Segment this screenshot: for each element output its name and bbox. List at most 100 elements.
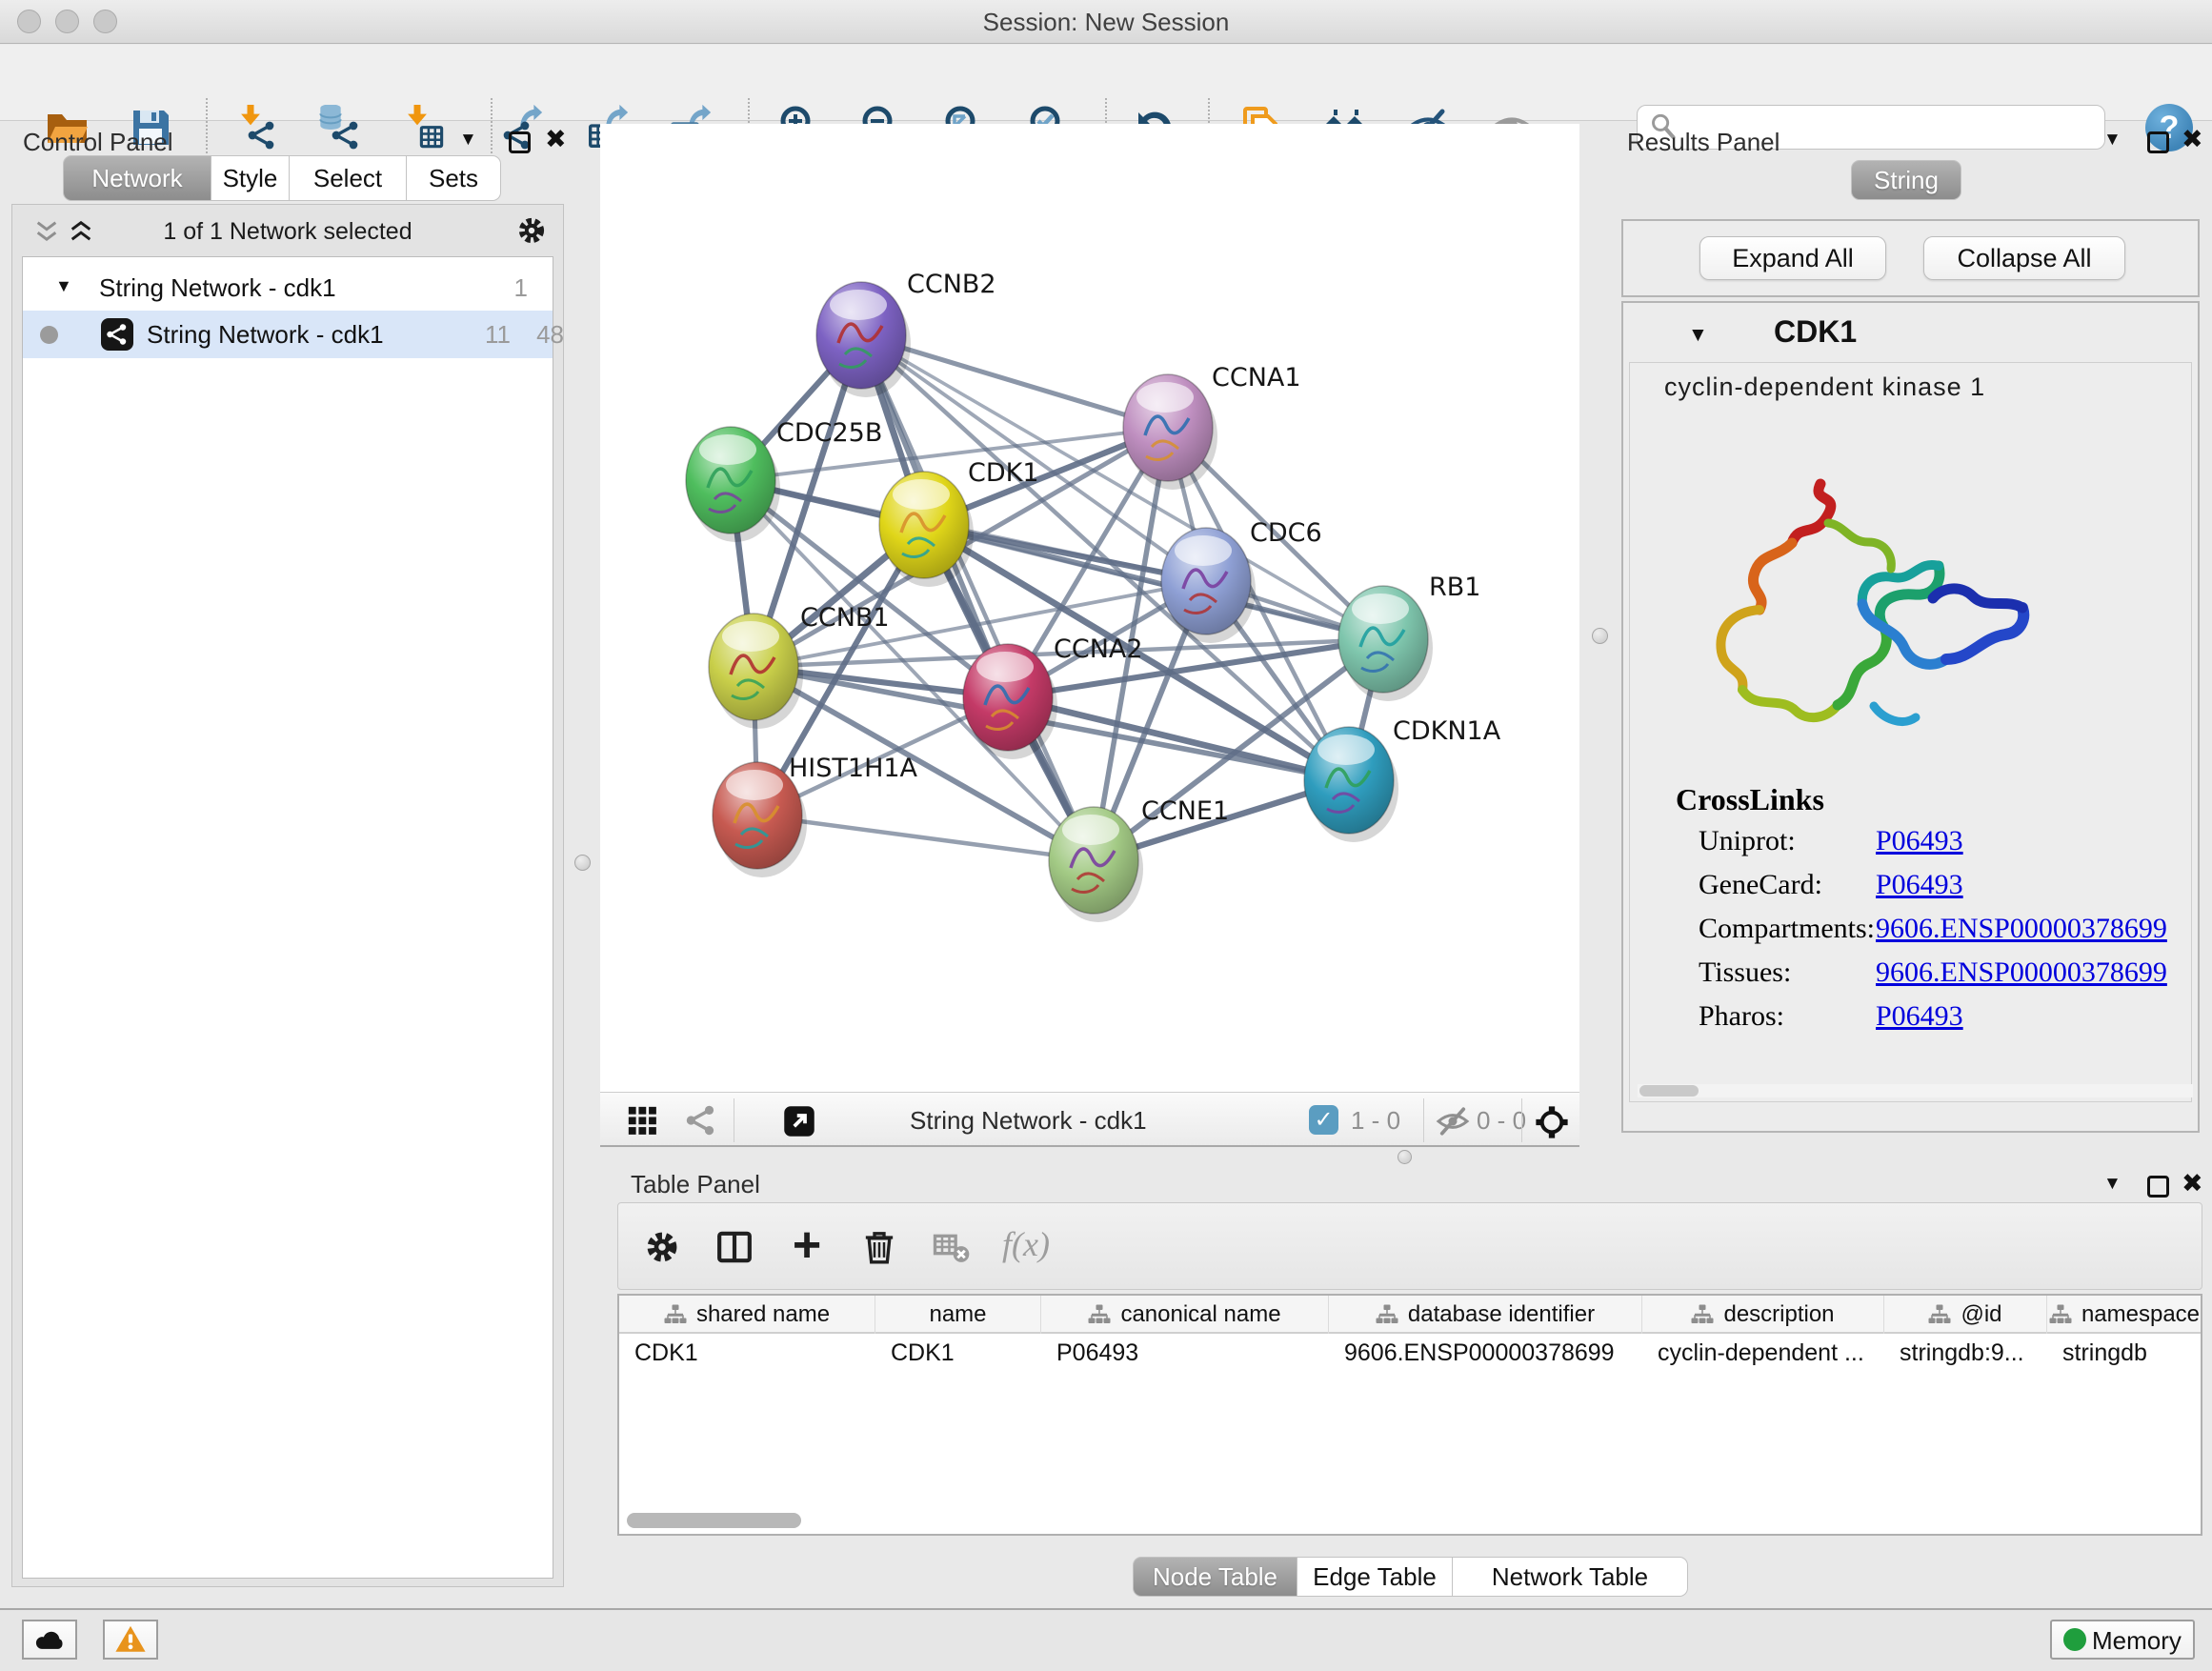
import-network-database-button[interactable] [315,105,361,151]
column-label: database identifier [1408,1301,1595,1328]
column-header-description[interactable]: description [1642,1296,1884,1334]
tab-network[interactable]: Network [63,155,211,201]
tab-edge-table[interactable]: Edge Table [1297,1557,1453,1597]
table-cell[interactable]: 9606.ENSP00000378699 [1329,1336,1642,1372]
results-panel-close-icon[interactable]: ✖ [2182,125,2203,154]
table-panel-close-icon[interactable]: ✖ [2182,1169,2203,1198]
crosslink-row: Pharos:P06493 [1630,993,2191,1037]
node-label: HIST1H1A [789,754,918,783]
bottom-splitter-handle[interactable] [1398,1150,1412,1164]
selected-count: 1 - 0 [1351,1106,1400,1136]
table-cell[interactable]: stringdb [2047,1336,2202,1372]
network-node-cdkn1a[interactable]: CDKN1A [1304,716,1501,842]
table-cell[interactable]: stringdb:9... [1884,1336,2047,1372]
column-type-icon [1928,1303,1951,1326]
network-name: String Network - cdk1 [147,320,384,350]
protein-section-collapse-icon[interactable]: ▼ [1688,324,1708,347]
node-label: CCNE1 [1141,796,1229,826]
network-panel-header: 1 of 1 Network selected [12,205,563,256]
grid-view-icon[interactable] [626,1104,658,1137]
network-edge-count: 48 [511,320,564,350]
network-canvas[interactable]: CCNB2CCNA1CDC25BCDK1CDC6RB1CCNB1CCNA2CDK… [600,124,1579,1092]
create-column-icon[interactable]: + [793,1218,821,1272]
tab-node-table[interactable]: Node Table [1133,1557,1297,1597]
column-header--id[interactable]: @id [1884,1296,2047,1334]
left-splitter-handle[interactable] [574,855,591,871]
network-share-icon[interactable] [685,1104,717,1137]
crosslink-value-link[interactable]: P06493 [1876,1000,1963,1033]
crosslink-value-link[interactable]: 9606.ENSP00000378699 [1876,913,2167,945]
network-node-cdk1[interactable]: CDK1 [879,458,1039,587]
column-header-database-identifier[interactable]: database identifier [1329,1296,1642,1334]
control-panel-title: Control Panel [23,128,173,157]
results-panel-maximize-icon[interactable] [2147,131,2169,153]
table-cell[interactable]: cyclin-dependent ... [1642,1336,1884,1372]
network-node-count: 11 [453,320,511,350]
table-panel-collapse-icon[interactable]: ▼ [2103,1174,2122,1195]
crosslink-value-link[interactable]: 9606.ENSP00000378699 [1876,956,2167,989]
scrollbar-thumb[interactable] [1639,1085,1699,1097]
crosslink-row: Compartments:9606.ENSP00000378699 [1630,905,2191,949]
table-cell[interactable]: CDK1 [875,1336,1041,1372]
network-node-hist1h1a[interactable]: HIST1H1A [713,754,918,877]
results-horizontal-scrollbar[interactable] [1638,1084,2193,1097]
crosslink-label: Uniprot: [1699,825,1796,857]
memory-button[interactable]: Memory [2050,1620,2195,1660]
network-collection-row[interactable]: ▼ String Network - cdk1 1 [23,267,553,309]
tab-network-table[interactable]: Network Table [1453,1557,1688,1597]
selected-count-checkbox[interactable] [1309,1105,1338,1135]
column-type-icon [2049,1303,2072,1326]
right-splitter-handle[interactable] [1592,628,1608,644]
crosslink-value-link[interactable]: P06493 [1876,825,1963,857]
collapse-all-button[interactable]: Collapse All [1923,236,2125,280]
table-cell[interactable]: P06493 [1041,1336,1329,1372]
crosslinks-heading: CrossLinks [1676,782,2191,817]
tab-string[interactable]: String [1851,160,1961,200]
cloud-button[interactable] [22,1620,77,1660]
column-header-namespace[interactable]: namespace [2047,1296,2202,1334]
table-settings-gear-icon[interactable] [643,1228,681,1266]
import-network-file-button[interactable] [235,105,281,151]
table-row[interactable]: CDK1CDK1P064939606.ENSP00000378699cyclin… [619,1336,2202,1372]
control-panel-collapse-icon[interactable]: ▼ [459,130,477,151]
node-label: CDC6 [1250,518,1322,548]
collection-expand-icon[interactable]: ▼ [55,276,72,296]
control-panel-maximize-icon[interactable] [509,131,531,153]
network-graph[interactable]: CCNB2CCNA1CDC25BCDK1CDC6RB1CCNB1CCNA2CDK… [600,124,1579,1092]
network-node-rb1[interactable]: RB1 [1338,573,1480,701]
tab-style[interactable]: Style [211,155,290,201]
control-panel-close-icon[interactable]: ✖ [545,125,567,154]
column-label: canonical name [1120,1301,1280,1328]
expand-all-button[interactable]: Expand All [1699,236,1886,280]
node-label: CCNA2 [1054,634,1143,664]
table-panel-title: Table Panel [631,1170,760,1199]
hidden-count: 0 - 0 [1477,1106,1526,1136]
results-panel-collapse-icon[interactable]: ▼ [2103,130,2122,151]
crosslink-value-link[interactable]: P06493 [1876,869,1963,901]
hidden-eye-slash-icon[interactable] [1436,1104,1468,1137]
show-columns-icon[interactable] [715,1228,754,1266]
network-row-selected[interactable]: String Network - cdk1 11 48 [23,311,553,358]
network-options-gear-icon[interactable] [515,214,548,247]
node-label: RB1 [1429,573,1480,602]
tab-sets[interactable]: Sets [407,155,501,201]
table-cell[interactable]: CDK1 [619,1336,875,1372]
column-header-name[interactable]: name [875,1296,1041,1334]
column-label: namespace [2081,1301,2200,1328]
network-node-cdc6[interactable]: CDC6 [1161,518,1322,643]
table-panel-maximize-icon[interactable] [2147,1176,2169,1198]
open-in-new-window-icon[interactable] [782,1104,814,1137]
crosslink-label: Compartments: [1699,913,1875,945]
delete-column-trash-icon[interactable] [860,1228,898,1266]
warnings-button[interactable] [103,1620,158,1660]
tab-select[interactable]: Select [290,155,407,201]
import-table-button[interactable] [402,105,448,151]
network-list: ▼ String Network - cdk1 1 String Network… [22,256,553,1579]
network-node-ccne1[interactable]: CCNE1 [1049,796,1229,922]
column-header-shared-name[interactable]: shared name [619,1296,875,1334]
birds-eye-view-icon[interactable] [1534,1104,1566,1137]
table-horizontal-scrollbar-thumb[interactable] [627,1513,801,1528]
network-node-ccnb1[interactable]: CCNB1 [709,603,890,729]
toolbar-divider [1521,1098,1522,1142]
column-header-canonical-name[interactable]: canonical name [1041,1296,1329,1334]
